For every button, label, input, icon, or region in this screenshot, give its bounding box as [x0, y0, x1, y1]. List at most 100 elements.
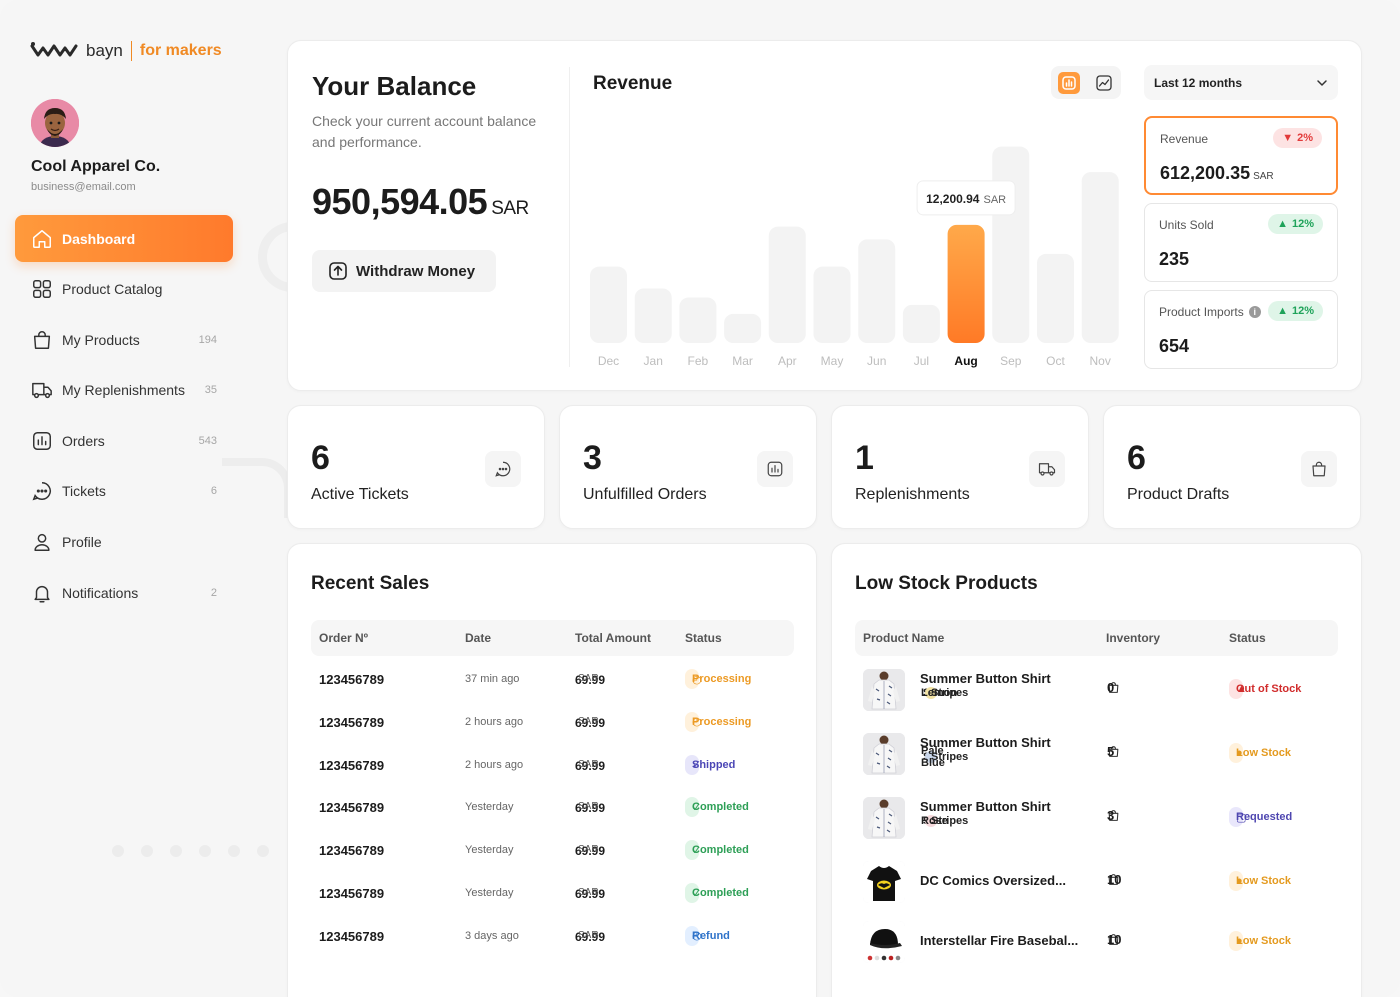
bar-dec[interactable]: [590, 266, 627, 343]
inventory-count: 0: [1107, 680, 1120, 695]
product-name[interactable]: Interstellar Fire Basebal...: [920, 933, 1078, 948]
bar-jan[interactable]: [634, 288, 672, 343]
column-header[interactable]: Status: [1229, 631, 1266, 645]
order-number[interactable]: 123456789: [319, 715, 384, 730]
order-date: 2 hours ago: [465, 758, 524, 771]
order-date: Yesterday: [465, 887, 514, 899]
bar-aug[interactable]: [947, 224, 985, 343]
order-date: 2 hours ago: [465, 715, 524, 728]
column-header[interactable]: Inventory: [1106, 631, 1160, 645]
bar-apr[interactable]: [768, 226, 806, 343]
bar-feb[interactable]: [679, 297, 717, 343]
triangle-up-icon: ▲: [1277, 218, 1288, 230]
sidebar-item-my-products[interactable]: My Products 194: [15, 316, 233, 363]
order-number[interactable]: 123456789: [319, 758, 384, 773]
x-tick-label: Nov: [1090, 354, 1111, 368]
product-thumbnail[interactable]: [863, 733, 905, 775]
product-thumbnail[interactable]: [863, 797, 905, 839]
bar-sep[interactable]: [992, 146, 1030, 343]
x-tick-label: Sep: [1000, 354, 1022, 368]
product-thumbnail[interactable]: [863, 921, 905, 963]
table-row[interactable]: Interstellar Fire Basebal... 10 ● Low Stock: [855, 920, 1338, 964]
bar-jun[interactable]: [858, 239, 896, 343]
bar-chart-icon: [1061, 75, 1076, 90]
period-select[interactable]: Last 12 months: [1144, 65, 1338, 100]
x-tick-label: Aug: [954, 354, 977, 368]
brand-logo[interactable]: bayn for makers: [30, 40, 222, 62]
table-row[interactable]: Summer Button ShirtSLemonStripes0▲Out of…: [855, 668, 1338, 712]
sidebar-item-orders[interactable]: Orders 543: [15, 417, 233, 464]
balance-value: 950,594.05: [312, 181, 488, 222]
kpi-active-tickets[interactable]: 6 Active Tickets: [287, 405, 545, 529]
divider: [569, 67, 570, 367]
order-number[interactable]: 123456789: [319, 672, 384, 687]
order-number[interactable]: 123456789: [319, 800, 384, 815]
bar-jul[interactable]: [902, 304, 940, 343]
sidebar-item-notifications[interactable]: Notifications 2: [15, 569, 233, 616]
bar-mar[interactable]: [724, 313, 762, 343]
product-thumbnail[interactable]: [863, 861, 905, 903]
cap-product-image: [863, 921, 905, 963]
balance-subtitle: Check your current account balance and p…: [312, 113, 537, 150]
product-name[interactable]: Summer Button Shirt: [920, 799, 1051, 814]
table-row[interactable]: 123456789 37 min ago 69.99 SAR ◴ Processing: [311, 668, 794, 692]
order-date: Yesterday: [465, 844, 514, 857]
stat-value: 612,200.35 SAR: [1160, 163, 1274, 183]
line-chart-toggle-button[interactable]: [1093, 72, 1115, 94]
column-header[interactable]: Status: [685, 631, 722, 645]
table-row[interactable]: Summer Button ShirtSRoseStripes3▢Request…: [855, 796, 1338, 840]
kpi-unfulfilled-orders[interactable]: 3 Unfulfilled Orders: [559, 405, 817, 529]
tooltip-value: 12,200.94: [926, 192, 980, 206]
product-name[interactable]: DC Comics Oversized...: [920, 873, 1066, 888]
recent-sales-card: Recent Sales Order Nº Date Total Amount …: [287, 543, 817, 997]
table-row[interactable]: 123456789 2 hours ago 69.99 SAR ◴ Processing: [311, 711, 794, 735]
kpi-product-drafts[interactable]: 6 Product Drafts: [1103, 405, 1361, 529]
kpi-replenishments[interactable]: 1 Replenishments: [831, 405, 1089, 529]
sidebar-item-count: 6: [210, 485, 217, 498]
table-row[interactable]: Summer Button ShirtSPale BlueStripes5●Lo…: [855, 732, 1338, 776]
bar-oct[interactable]: [1037, 253, 1074, 343]
order-date: Yesterday: [465, 801, 514, 814]
period-select-value: Last 12 months: [1154, 75, 1243, 90]
bar-may[interactable]: [813, 266, 851, 343]
kpi-value: 1: [855, 439, 874, 477]
sidebar-item-dashboard[interactable]: Dashboard: [15, 215, 233, 262]
bar-chart-toggle-button[interactable]: [1057, 71, 1080, 94]
withdraw-money-button[interactable]: Withdraw Money: [312, 250, 496, 292]
column-header[interactable]: Total Amount: [575, 631, 651, 645]
bar-nov[interactable]: [1081, 172, 1119, 343]
column-header[interactable]: Product Name: [863, 631, 944, 645]
stat-value: 235: [1159, 249, 1190, 269]
order-number[interactable]: 123456789: [319, 929, 384, 944]
column-header[interactable]: Date: [465, 631, 491, 645]
sidebar-item-count: 543: [198, 434, 217, 447]
table-row[interactable]: 123456789 2 hours ago 69.99 SAR ✓ Shipped: [311, 754, 794, 778]
table-row[interactable]: 123456789 Yesterday 69.99 SAR ✓ Completed: [311, 796, 794, 820]
sidebar-item-profile[interactable]: Profile: [15, 519, 233, 566]
chevron-down-icon: [1317, 79, 1327, 86]
line-chart-icon: [1095, 74, 1112, 91]
table-row[interactable]: 123456789 Yesterday 69.99 SAR ✓ Completed: [311, 882, 794, 906]
sidebar-item-tickets[interactable]: Tickets 6: [15, 468, 233, 515]
product-name[interactable]: Summer Button Shirt: [920, 671, 1051, 686]
sidebar-item-my-replenishments[interactable]: My Replenishments 35: [15, 367, 233, 414]
avatar[interactable]: [31, 99, 79, 147]
x-tick-label: Jan: [644, 354, 663, 368]
grid-icon: [33, 280, 51, 299]
stat-units-sold[interactable]: Units Sold ▲ 12% 235: [1144, 203, 1338, 282]
withdraw-label: Withdraw Money: [356, 262, 476, 280]
table-row[interactable]: DC Comics Oversized... 10 ● Low Stock: [855, 860, 1338, 904]
order-number[interactable]: 123456789: [319, 843, 384, 858]
table-row[interactable]: 123456789 3 days ago 69.99 SAR ◴ Refund: [311, 925, 794, 949]
balance-currency: SAR: [491, 198, 529, 219]
brand-separator: [130, 41, 132, 61]
table-row[interactable]: 123456789 Yesterday 69.99 SAR ✓ Completed: [311, 839, 794, 863]
stat-product-imports[interactable]: Product Imports i ▲ 12% 654: [1144, 290, 1338, 369]
order-number[interactable]: 123456789: [319, 886, 384, 901]
tshirt-product-image: [863, 861, 905, 903]
info-icon[interactable]: i: [1248, 306, 1261, 318]
product-thumbnail[interactable]: [863, 669, 905, 711]
column-header[interactable]: Order Nº: [319, 631, 368, 645]
sidebar-item-product-catalog[interactable]: Product Catalog: [15, 266, 233, 313]
stat-revenue[interactable]: Revenue ▼ 2% 612,200.35 SAR: [1144, 116, 1338, 195]
